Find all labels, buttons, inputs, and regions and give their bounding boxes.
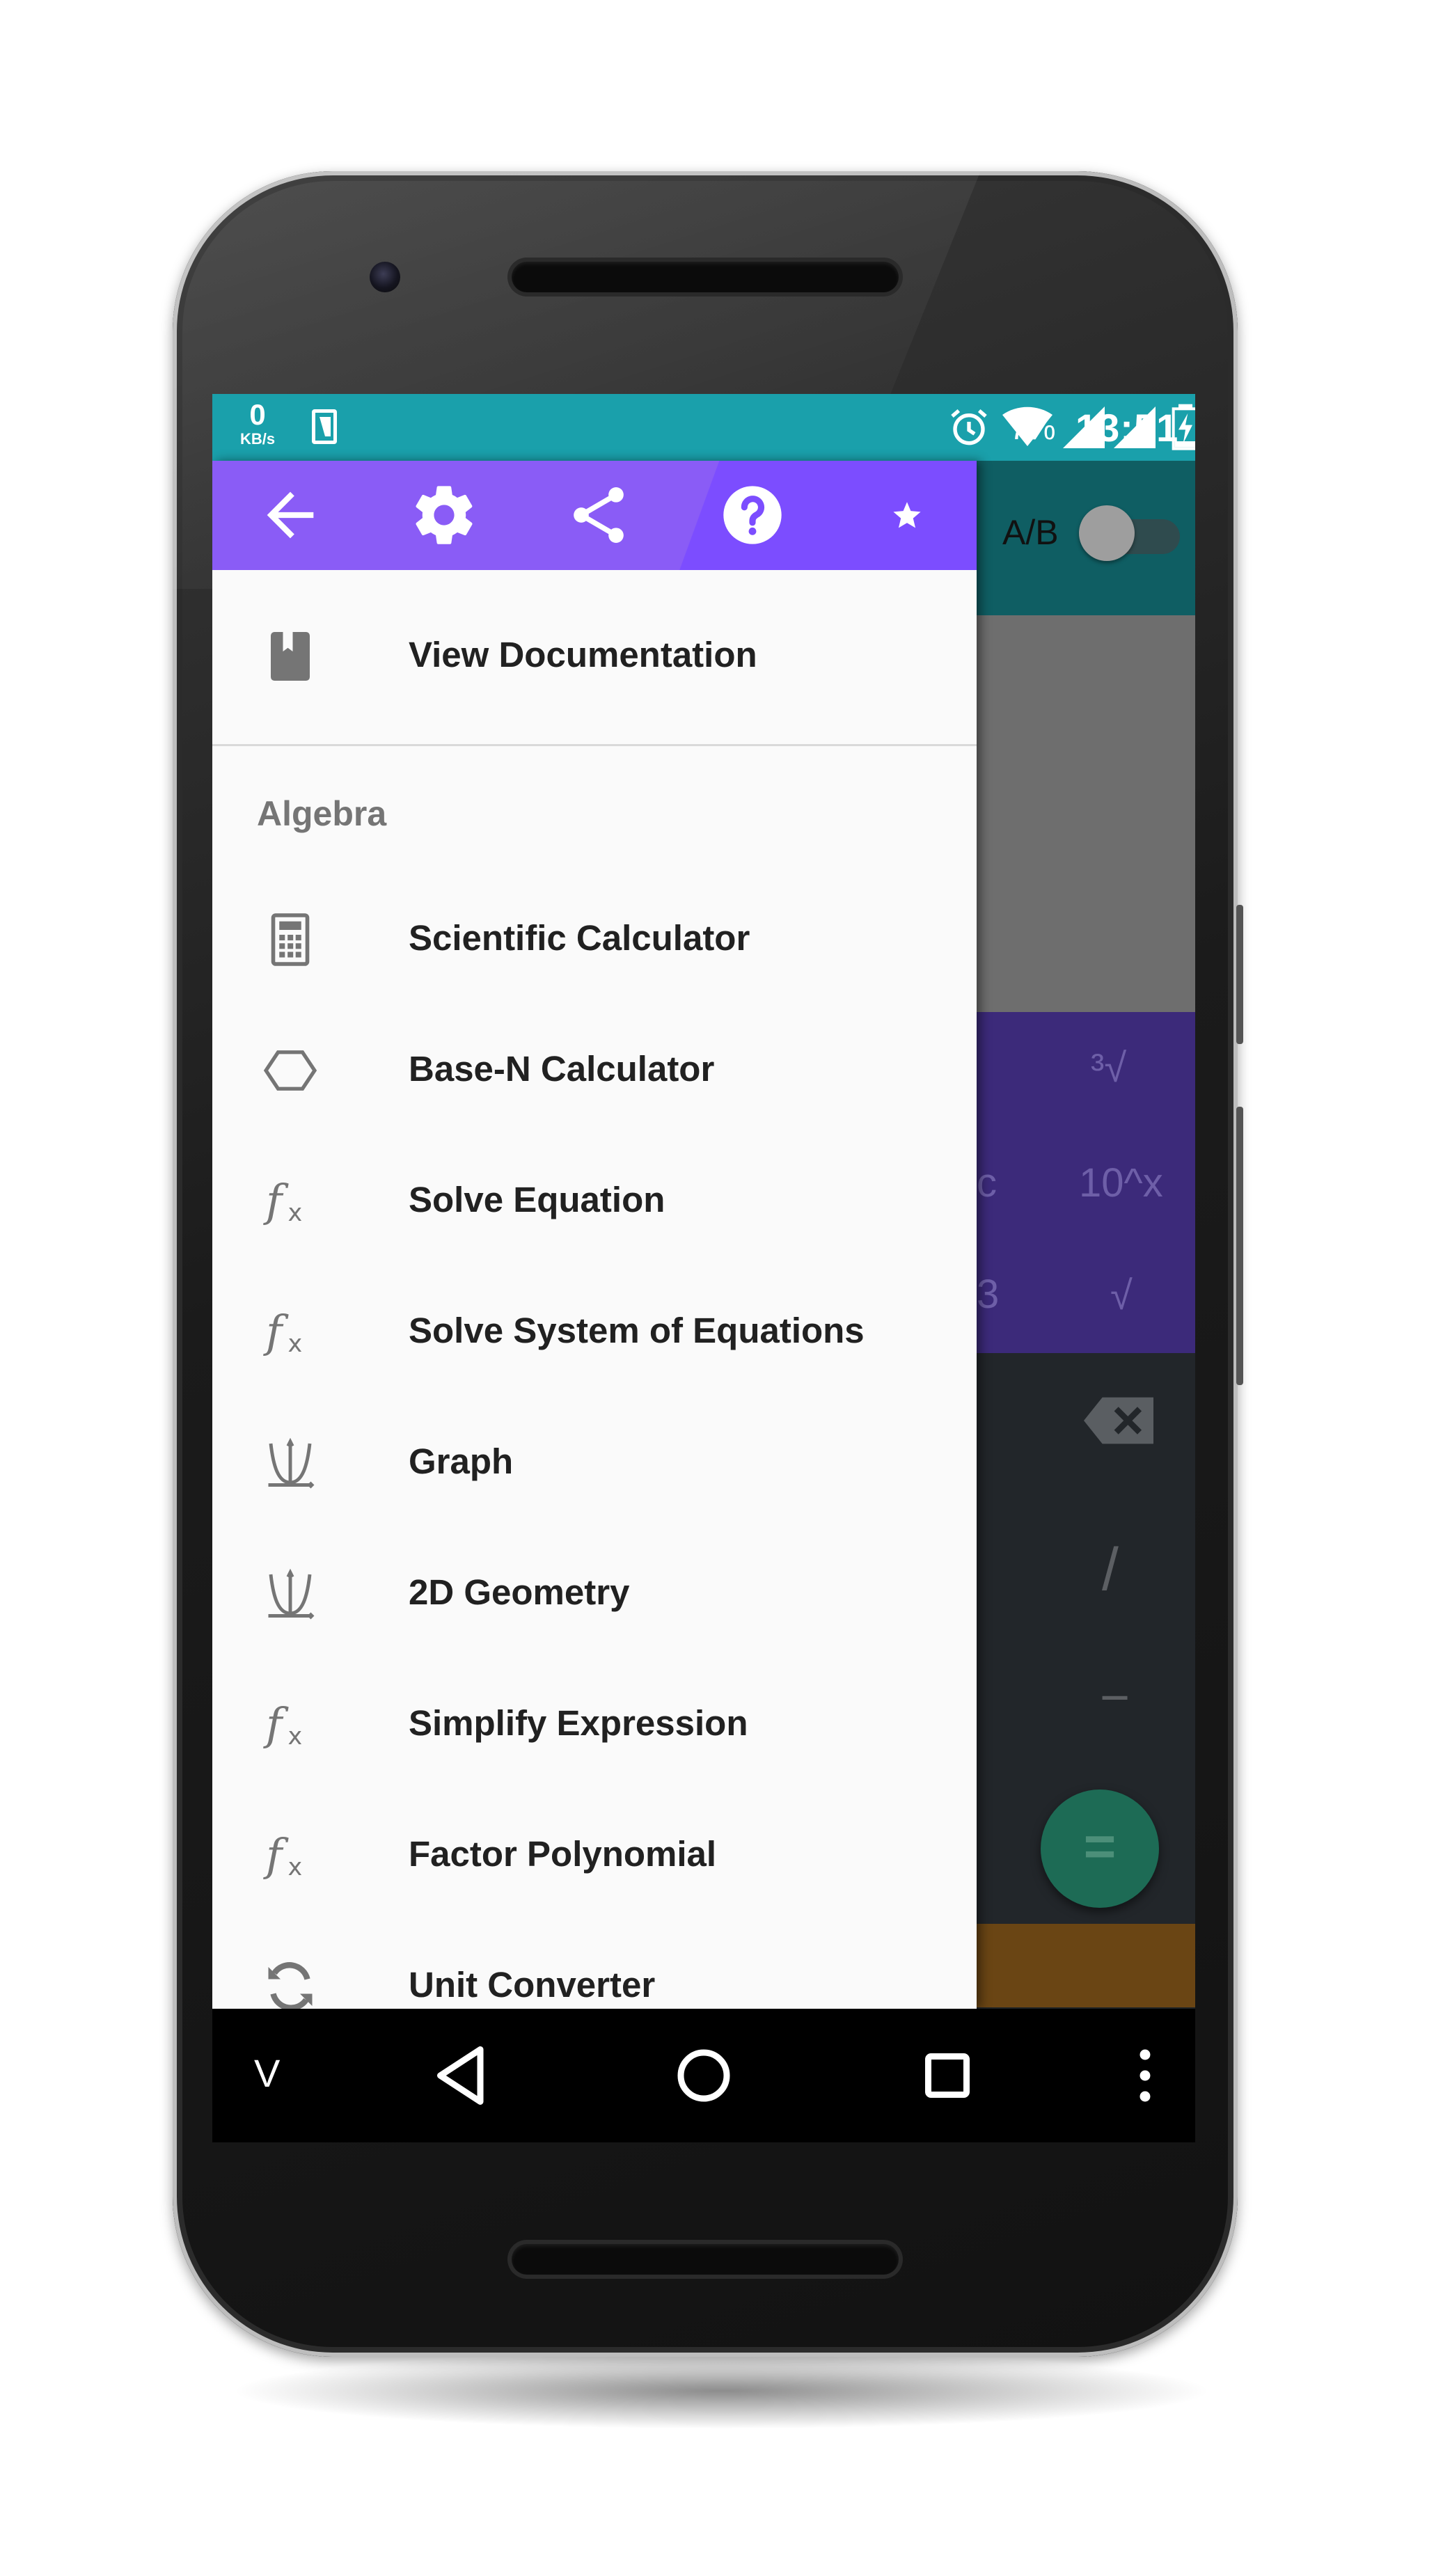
system-nav-bar: V (212, 2009, 1195, 2142)
menu-item-label: Graph (409, 1441, 514, 1481)
book-icon (261, 627, 320, 686)
menu-item-label: Scientific Calculator (409, 918, 750, 958)
back-button[interactable] (255, 480, 325, 550)
nav-back-button[interactable] (421, 2034, 505, 2117)
ten-power-key[interactable]: 10^x (1079, 1160, 1163, 1206)
function-icon: fx (261, 1172, 320, 1231)
gear-icon (416, 486, 473, 544)
share-icon (574, 487, 624, 543)
menu-item-unit-converter[interactable]: Unit Converter (212, 1921, 977, 2009)
calculator-icon (261, 910, 320, 969)
sim-card-icon (312, 409, 337, 444)
top-speaker (512, 262, 899, 292)
menu-item-2d-geometry[interactable]: 2D Geometry (212, 1528, 977, 1659)
svg-text:x: x (288, 1330, 303, 1358)
menu-item-label: Simplify Expression (409, 1703, 748, 1743)
menu-item-label: Base-N Calculator (409, 1049, 715, 1089)
battery-percent: 7% (1009, 410, 1056, 446)
view-documentation-label: View Documentation (409, 635, 757, 674)
drawer-divider (212, 744, 977, 746)
back-arrow-icon (267, 491, 314, 539)
menu-item-label: 2D Geometry (409, 1572, 630, 1612)
bottom-speaker (512, 2244, 899, 2275)
menu-item-label: Solve Equation (409, 1180, 665, 1219)
svg-text:x: x (288, 1723, 303, 1751)
settings-button[interactable] (409, 480, 479, 550)
recents-square-icon (925, 2053, 970, 2098)
clock: 13:51 (1075, 406, 1179, 450)
divide-key[interactable]: / (1102, 1535, 1119, 1604)
nav-home-button[interactable] (662, 2034, 746, 2117)
menu-item-solve-equation[interactable]: fx Solve Equation (212, 1136, 977, 1267)
alarm-icon (951, 409, 987, 445)
equals-button[interactable]: = (1041, 1789, 1159, 1908)
function-icon: fx (261, 1303, 320, 1361)
svg-text:f: f (263, 1306, 289, 1357)
svg-text:x: x (288, 1854, 303, 1881)
more-vert-icon (1140, 2049, 1151, 2102)
status-bar: 0 KB/s 7% 13:51 (212, 394, 1195, 461)
view-documentation-item[interactable]: View Documentation (212, 570, 977, 744)
hexagon-icon (261, 1041, 320, 1100)
nav-menu-button[interactable] (1103, 2034, 1187, 2117)
sqrt-key[interactable]: √ (1110, 1272, 1133, 1319)
menu-item-simplify-expression[interactable]: fx Simplify Expression (212, 1659, 977, 1790)
share-button[interactable] (564, 480, 633, 550)
volume-button (1236, 1107, 1243, 1385)
help-icon (723, 486, 782, 544)
menu-item-base-n-calculator[interactable]: Base-N Calculator (212, 1005, 977, 1136)
menu-item-graph[interactable]: Graph (212, 1398, 977, 1528)
power-button (1236, 905, 1243, 1044)
graph-icon (261, 1434, 320, 1492)
home-circle-icon (677, 2049, 730, 2102)
phone-shadow (230, 2353, 1213, 2429)
network-speed-value: 0 (249, 398, 266, 431)
svg-text:f: f (263, 1699, 289, 1750)
screen: 0 KB/s 7% 13:51 A/B ³√ c 10^x 3 √ / − = (212, 394, 1195, 2142)
front-camera (370, 262, 400, 292)
menu-item-label: Solve System of Equations (409, 1311, 865, 1350)
nav-recents-button[interactable] (906, 2034, 989, 2117)
key-3[interactable]: 3 (977, 1271, 999, 1318)
menu-item-factor-polynomial[interactable]: fx Factor Polynomial (212, 1790, 977, 1921)
back-triangle-icon (437, 2046, 484, 2105)
ab-toggle-label: A/B (1002, 513, 1059, 552)
cube-root-key[interactable]: ³√ (1091, 1045, 1126, 1091)
graph-icon (261, 1565, 320, 1623)
backspace-icon[interactable] (1084, 1396, 1153, 1445)
drawer-header (212, 461, 977, 570)
help-button[interactable] (718, 480, 787, 550)
svg-text:f: f (263, 1176, 289, 1226)
network-speed: 0 KB/s (233, 400, 282, 448)
function-icon: fx (261, 1826, 320, 1885)
function-icon: fx (261, 1696, 320, 1754)
section-title-algebra: Algebra (257, 794, 387, 833)
collapse-keyboard-button[interactable]: V (254, 2050, 280, 2096)
minus-key[interactable]: − (1100, 1668, 1130, 1727)
menu-item-solve-system[interactable]: fx Solve System of Equations (212, 1267, 977, 1398)
star-icon (893, 502, 921, 528)
key-c[interactable]: c (977, 1160, 997, 1206)
svg-text:x: x (288, 1199, 303, 1227)
convert-icon (261, 1957, 320, 2009)
ab-toggle-knob[interactable] (1079, 505, 1135, 561)
rate-button[interactable] (872, 480, 942, 550)
menu-item-label: Factor Polynomial (409, 1834, 717, 1874)
equals-label: = (1083, 1815, 1117, 1877)
menu-item-scientific-calculator[interactable]: Scientific Calculator (212, 874, 977, 1005)
menu-item-label: Unit Converter (409, 1965, 656, 2005)
svg-text:f: f (263, 1830, 289, 1881)
navigation-drawer: View Documentation Algebra Scientific Ca… (212, 461, 977, 2009)
network-speed-unit: KB/s (239, 430, 276, 448)
